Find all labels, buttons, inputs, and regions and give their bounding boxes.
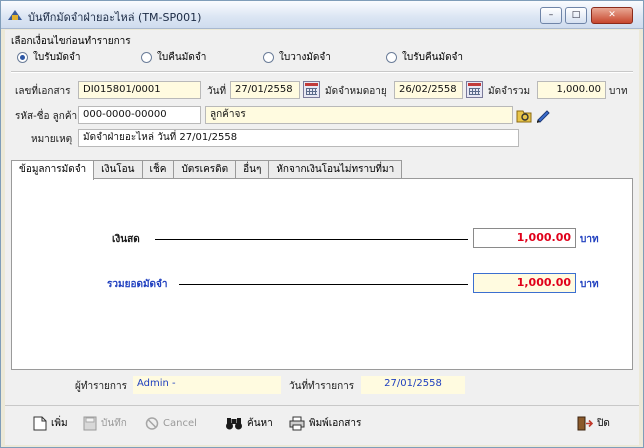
radio-return-deposit[interactable]: ใบคืนมัดจำ xyxy=(141,50,206,65)
currency-label: บาท xyxy=(609,86,628,97)
date-label: วันที่ xyxy=(207,86,227,97)
bottom-toolbar: เพิ่ม บันทึก Cancel ค้นหา พิมพ์เอกสาร ปิ… xyxy=(5,405,639,443)
remark-label: หมายเหตุ xyxy=(31,134,73,145)
info-bar: ผู้ทำรายการ Admin - วันที่ทำรายการ 27/01… xyxy=(11,373,633,399)
tab-strip: ข้อมูลการมัดจำ เงินโอน เช็ค บัตรเครดิต อ… xyxy=(11,160,403,180)
radio-unselected-icon xyxy=(141,52,152,63)
tab-cheque[interactable]: เช็ค xyxy=(141,160,175,179)
new-button[interactable]: เพิ่ม xyxy=(33,416,68,431)
txn-date-label: วันที่ทำรายการ xyxy=(289,381,355,392)
lookup-icon[interactable] xyxy=(516,108,532,123)
new-document-icon xyxy=(33,416,47,431)
customer-label: รหัส-ชื่อ ลูกค้า xyxy=(15,111,78,122)
doc-no-label: เลขที่เอกสาร xyxy=(15,86,71,97)
user-label: ผู้ทำรายการ xyxy=(75,381,127,392)
cancel-icon xyxy=(145,417,159,430)
total-deposit-summary-label: รวมยอดมัดจำ xyxy=(107,279,168,290)
radio-receive-return-deposit[interactable]: ใบรับคืนมัดจำ xyxy=(386,50,463,65)
minimize-button[interactable]: – xyxy=(540,7,562,24)
cash-leader-line xyxy=(155,239,468,240)
save-disk-icon xyxy=(83,416,97,431)
radio-receive-deposit[interactable]: ใบรับมัดจำ xyxy=(17,50,81,65)
cash-unit-label: บาท xyxy=(580,234,599,245)
edit-pencil-icon[interactable] xyxy=(535,107,551,123)
cancel-button[interactable]: Cancel xyxy=(145,416,197,431)
total-deposit-amount-field[interactable]: 1,000.00 xyxy=(473,273,576,293)
binoculars-icon xyxy=(226,418,242,430)
doc-type-group-label: เลือกเงื่อนไขก่อนทำรายการ xyxy=(11,36,131,47)
close-window-button[interactable]: ✕ xyxy=(591,7,633,24)
txn-date-value: 27/01/2558 xyxy=(361,376,465,394)
total-leader-line xyxy=(179,284,468,285)
tab-other[interactable]: อื่นๆ xyxy=(235,160,270,179)
user-value: Admin - xyxy=(133,376,281,394)
exit-button[interactable]: ปิด xyxy=(577,416,610,431)
maximize-button[interactable]: □ xyxy=(565,7,587,24)
separator xyxy=(11,71,633,73)
cash-label: เงินสด xyxy=(112,234,140,245)
app-window: บันทึกมัดจำฝ่ายอะไหล่ (TM-SP001) – □ ✕ เ… xyxy=(0,0,644,448)
tab-credit-card[interactable]: บัตรเครดิต xyxy=(173,160,237,179)
tab-transfer[interactable]: เงินโอน xyxy=(93,160,143,179)
calendar-icon[interactable] xyxy=(303,81,320,98)
window-title: บันทึกมัดจำฝ่ายอะไหล่ (TM-SP001) xyxy=(28,11,202,24)
tab-deposit-info[interactable]: ข้อมูลการมัดจำ xyxy=(11,160,95,180)
exit-door-icon xyxy=(577,416,593,431)
save-button[interactable]: บันทึก xyxy=(83,416,127,431)
radio-place-deposit[interactable]: ใบวางมัดจำ xyxy=(263,50,331,65)
expiry-label: มัดจำหมดอายุ xyxy=(325,86,387,97)
printer-icon xyxy=(289,416,305,431)
deposit-info-panel: เงินสด 1,000.00 บาท รวมยอดมัดจำ 1,000.00… xyxy=(11,178,633,370)
radio-selected-icon xyxy=(17,52,28,63)
cash-amount-field[interactable]: 1,000.00 xyxy=(473,228,576,248)
total-deposit-field[interactable]: 1,000.00 xyxy=(537,81,606,99)
remark-field[interactable]: มัดจำฝ่ายอะไหล่ วันที่ 27/01/2558 xyxy=(78,129,519,147)
total-unit-label: บาท xyxy=(580,279,599,290)
app-icon xyxy=(8,10,22,20)
calendar-icon[interactable] xyxy=(466,81,483,98)
doc-no-field[interactable]: DI015801/0001 xyxy=(78,81,201,99)
radio-unselected-icon xyxy=(263,52,274,63)
title-bar[interactable]: บันทึกมัดจำฝ่ายอะไหล่ (TM-SP001) – □ ✕ xyxy=(1,1,643,29)
radio-unselected-icon xyxy=(386,52,397,63)
search-button[interactable]: ค้นหา xyxy=(225,416,273,431)
total-deposit-label: มัดจำรวม xyxy=(488,86,531,97)
print-button[interactable]: พิมพ์เอกสาร xyxy=(289,416,361,431)
date-field[interactable]: 27/01/2558 xyxy=(230,81,300,99)
customer-code-field[interactable]: 000-0000-00000 xyxy=(78,106,201,124)
tab-unknown-transfer[interactable]: หักจากเงินโอนไม่ทราบที่มา xyxy=(268,160,403,179)
expiry-field[interactable]: 26/02/2558 xyxy=(394,81,463,99)
customer-name-field[interactable]: ลูกค้าจร xyxy=(205,106,513,124)
